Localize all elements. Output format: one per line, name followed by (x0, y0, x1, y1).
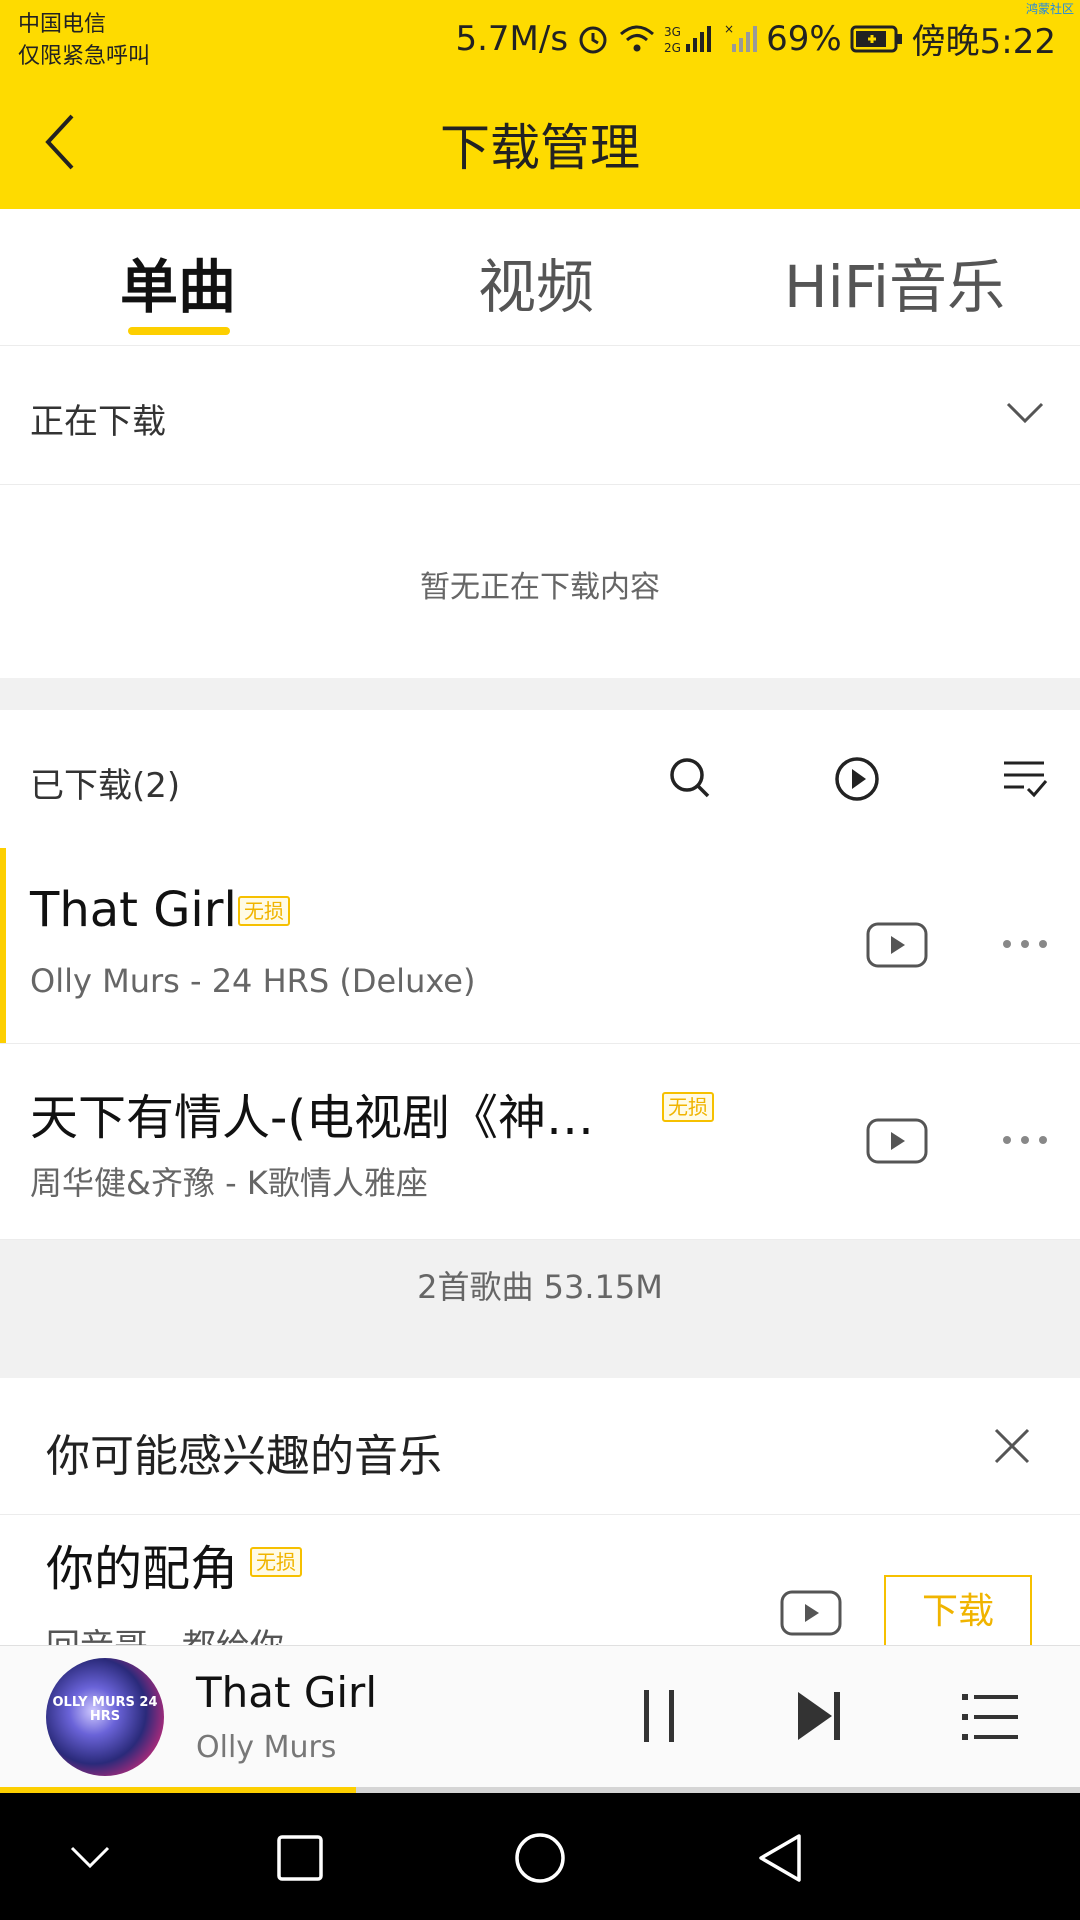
lossless-badge: 无损 (662, 1092, 714, 1122)
tab-video[interactable]: 视频 (478, 240, 594, 324)
more-icon[interactable] (1000, 937, 1050, 951)
net-speed: 5.7M/s (455, 18, 569, 59)
more-icon[interactable] (1000, 1133, 1050, 1147)
tab-hifi[interactable]: HiFi音乐 (784, 240, 1005, 324)
nav-recents-icon[interactable] (276, 1834, 324, 1882)
download-button[interactable]: 下载 (884, 1575, 1032, 1647)
download-summary (0, 1240, 1080, 1380)
close-icon[interactable] (990, 1424, 1034, 1468)
lossless-badge: 无损 (238, 896, 290, 926)
summary-text: 2首歌曲 53.15M (417, 1268, 663, 1306)
nav-home-icon[interactable] (514, 1832, 566, 1884)
player-artist: Olly Murs (196, 1730, 337, 1765)
song-subtitle: 周华健&齐豫 - K歌情人雅座 (30, 1164, 428, 1202)
play-all-icon[interactable] (834, 756, 880, 802)
downloaded-label: 已下载(2) (30, 766, 181, 806)
svg-text:3G: 3G (664, 25, 681, 39)
recommend-title: 你可能感兴趣的音乐 (46, 1431, 442, 1482)
carrier-status: 仅限紧急呼叫 (18, 44, 151, 69)
svg-text:2G: 2G (664, 41, 681, 55)
album-art-text: OLLY MURS 24 HRS (52, 1695, 158, 1724)
recommend-song-title: 你的配角 (46, 1541, 239, 1597)
next-track-icon[interactable] (796, 1690, 844, 1742)
status-right: 5.7M/s 3G 2G × 69% 傍晚5:22 (455, 14, 1056, 63)
page-title: 下载管理 (440, 119, 640, 177)
batch-manage-icon[interactable] (1002, 757, 1048, 801)
wifi-icon (620, 25, 655, 51)
player-song-title: That Girl (196, 1668, 377, 1717)
downloading-label: 正在下载 (30, 402, 166, 442)
chevron-down-icon[interactable] (1005, 400, 1045, 426)
signal-icon: 3G2G (664, 25, 712, 55)
empty-state-text: 暂无正在下载内容 (420, 570, 660, 605)
signal-empty-icon: × (724, 22, 758, 52)
mv-icon[interactable] (866, 922, 928, 968)
nav-collapse-icon[interactable] (68, 1842, 112, 1872)
battery-percent: 69% (766, 18, 842, 59)
nav-back-icon[interactable] (756, 1832, 804, 1884)
playlist-icon[interactable] (962, 1692, 1018, 1742)
battery-icon (850, 25, 902, 52)
clock: 傍晚5:22 (911, 22, 1056, 62)
carrier-name: 中国电信 (18, 12, 107, 37)
song-subtitle: Olly Murs - 24 HRS (Deluxe) (30, 962, 476, 1000)
tab-single[interactable]: 单曲 (120, 240, 236, 324)
song-title: That Girl (30, 882, 237, 938)
search-icon[interactable] (668, 756, 712, 800)
lossless-badge: 无损 (250, 1547, 302, 1577)
song-title: 天下有情人-(电视剧《神… (30, 1090, 595, 1146)
mv-icon[interactable] (866, 1118, 928, 1164)
mv-icon[interactable] (780, 1590, 842, 1636)
album-art[interactable]: OLLY MURS 24 HRS (46, 1658, 164, 1776)
recommend-song-subtitle: 回音哥 - 都给你 (46, 1619, 284, 1645)
active-tab-indicator (128, 327, 230, 335)
now-playing-indicator (0, 848, 6, 1043)
svg-text:×: × (724, 22, 734, 36)
pause-icon[interactable] (640, 1688, 680, 1744)
alarm-icon (579, 26, 607, 53)
